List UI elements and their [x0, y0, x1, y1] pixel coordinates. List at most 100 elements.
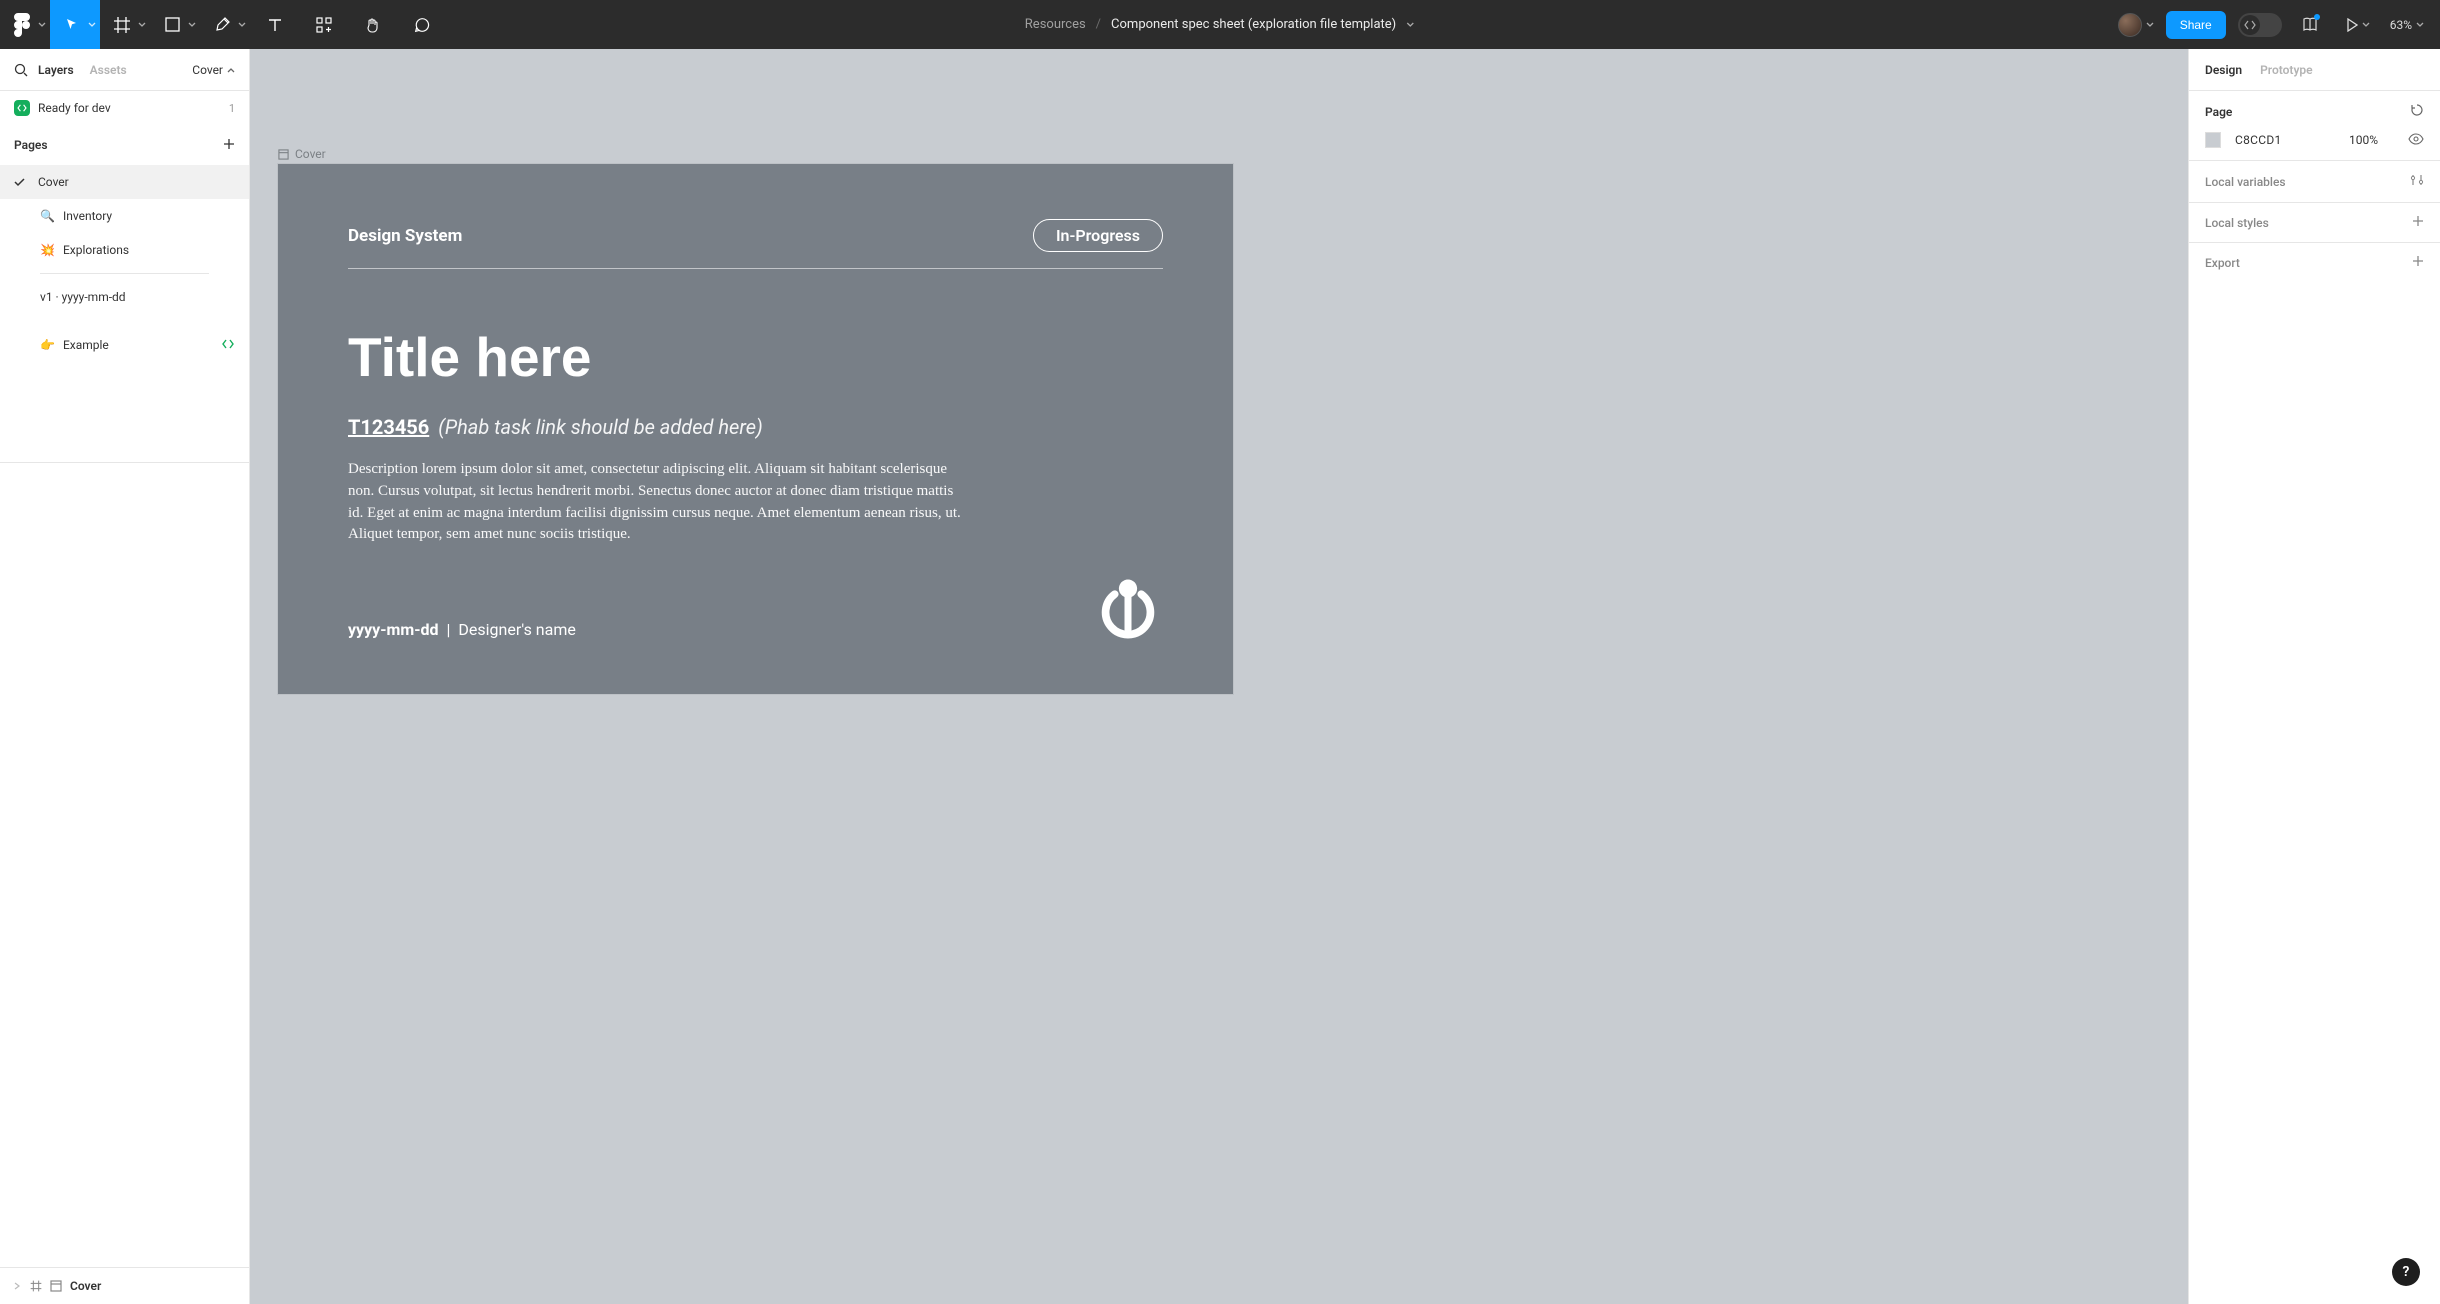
export-section[interactable]: Export — [2189, 243, 2440, 282]
toggle-knob — [2240, 15, 2260, 35]
document-title[interactable]: Resources / Component spec sheet (explor… — [1025, 17, 1415, 32]
chevron-down-icon — [238, 22, 246, 28]
right-panel-tabs: Design Prototype — [2189, 49, 2440, 91]
notification-dot — [2314, 14, 2320, 20]
hand-icon — [364, 16, 382, 34]
page-item-example[interactable]: 👉 Example — [0, 328, 249, 362]
cursor-icon — [64, 17, 80, 33]
left-panel-header: Layers Assets Cover — [0, 49, 249, 91]
page-section-label: Page — [2205, 105, 2232, 119]
move-tool-button[interactable] — [50, 0, 100, 49]
pages-header-label: Pages — [14, 138, 48, 152]
help-label: ? — [2403, 1264, 2410, 1280]
canvas[interactable]: Cover Design System In-Progress Title he… — [250, 49, 2188, 1304]
resources-button[interactable] — [299, 0, 348, 49]
help-button[interactable]: ? — [2392, 1258, 2420, 1286]
pen-tool-button[interactable] — [200, 0, 250, 49]
frame-name: Cover — [295, 147, 326, 161]
top-toolbar: Resources / Component spec sheet (explor… — [0, 0, 2440, 49]
add-page-button[interactable] — [223, 138, 235, 153]
file-name[interactable]: Component spec sheet (exploration file t… — [1111, 17, 1396, 32]
frame-icon — [30, 1280, 42, 1292]
local-styles-section[interactable]: Local styles — [2189, 203, 2440, 243]
add-style-button[interactable] — [2412, 215, 2424, 230]
color-opacity[interactable]: 100% — [2349, 133, 2378, 147]
page-name: v1 · yyyy-mm-dd — [40, 290, 126, 304]
resources-icon — [315, 16, 333, 34]
dev-mode-toggle[interactable] — [2238, 13, 2282, 37]
frame-icon — [113, 16, 131, 34]
avatar — [2118, 13, 2142, 37]
section-icon — [278, 149, 289, 160]
user-avatar-menu[interactable] — [2118, 13, 2154, 37]
page-item-inventory[interactable]: 🔍 Inventory — [0, 199, 249, 233]
page-item-cover[interactable]: Cover — [0, 165, 249, 199]
comment-tool-button[interactable] — [397, 0, 446, 49]
page-item-v1[interactable]: v1 · yyyy-mm-dd — [0, 280, 249, 314]
chevron-down-icon — [138, 22, 146, 28]
local-variables-section[interactable]: Local variables — [2189, 161, 2440, 203]
cover-description: Description lorem ipsum dolor sit amet, … — [348, 459, 968, 546]
chevron-down-icon — [2416, 22, 2424, 28]
page-item-explorations[interactable]: 💥 Explorations — [0, 233, 249, 267]
meta-separator: | — [447, 620, 451, 639]
local-styles-label: Local styles — [2205, 216, 2269, 230]
color-hex[interactable]: C8CCD1 — [2235, 133, 2282, 147]
frame-label-wrap: Cover — [278, 147, 326, 161]
layer-row-cover[interactable]: Cover — [0, 1268, 249, 1304]
ready-for-dev-label: Ready for dev — [38, 101, 111, 115]
page-selector-label: Cover — [192, 63, 223, 77]
search-icon[interactable] — [14, 63, 28, 77]
wikimedia-logo-icon — [1093, 569, 1163, 639]
pages-header: Pages — [0, 125, 249, 165]
add-export-button[interactable] — [2412, 255, 2424, 270]
pointing-emoji-icon: 👉 — [40, 338, 55, 352]
page-background-row[interactable]: C8CCD1 100% — [2205, 132, 2424, 148]
page-name: Example — [63, 338, 109, 352]
toolbar-left-tools — [0, 0, 446, 49]
dev-ready-badge-icon — [14, 100, 30, 116]
chevron-down-icon — [38, 22, 46, 28]
zoom-control[interactable]: 63% — [2390, 18, 2424, 32]
ready-for-dev-section: Ready for dev 1 — [0, 91, 249, 125]
pages-section: Pages Cover 🔍 Inventory 💥 Explorations — [0, 125, 249, 463]
task-id-link[interactable]: T123456 — [348, 415, 429, 439]
figma-logo-icon — [14, 13, 30, 37]
libraries-button[interactable] — [2294, 0, 2326, 49]
text-tool-button[interactable] — [250, 0, 299, 49]
collision-emoji-icon: 💥 — [40, 243, 55, 257]
check-icon — [14, 178, 28, 187]
tab-prototype[interactable]: Prototype — [2260, 63, 2313, 77]
tab-design[interactable]: Design — [2205, 63, 2242, 77]
tab-layers[interactable]: Layers — [38, 63, 74, 77]
page-section-action[interactable] — [2410, 103, 2424, 120]
cover-footer: yyyy-mm-dd | Designer's name — [348, 569, 1163, 639]
designer-name: Designer's name — [458, 620, 575, 639]
layers-list: Cover — [0, 1267, 249, 1304]
ready-for-dev-row[interactable]: Ready for dev 1 — [0, 91, 249, 125]
shape-tool-button[interactable] — [150, 0, 200, 49]
page-selector[interactable]: Cover — [192, 63, 235, 77]
cover-frame[interactable]: Design System In-Progress Title here T12… — [278, 164, 1233, 694]
visibility-toggle[interactable] — [2408, 133, 2424, 148]
pen-icon — [214, 16, 231, 33]
tab-assets[interactable]: Assets — [90, 63, 127, 77]
present-button[interactable] — [2338, 0, 2378, 49]
cover-content: Design System In-Progress Title here T12… — [348, 219, 1163, 639]
status-badge: In-Progress — [1033, 219, 1163, 252]
share-button[interactable]: Share — [2166, 11, 2226, 39]
frame-tool-button[interactable] — [100, 0, 150, 49]
chevron-down-icon — [2146, 22, 2154, 28]
main-menu-button[interactable] — [0, 0, 50, 49]
color-swatch[interactable] — [2205, 132, 2221, 148]
frame-label[interactable]: Cover — [278, 147, 326, 161]
page-spacer — [0, 314, 249, 328]
hand-tool-button[interactable] — [348, 0, 397, 49]
project-name[interactable]: Resources — [1025, 17, 1086, 32]
chevron-down-icon[interactable] — [1406, 22, 1415, 28]
comment-icon — [413, 16, 431, 34]
local-variables-label: Local variables — [2205, 175, 2286, 189]
variables-settings-button[interactable] — [2410, 173, 2424, 190]
page-name: Cover — [38, 175, 69, 189]
dev-ready-indicator-icon — [221, 338, 235, 352]
